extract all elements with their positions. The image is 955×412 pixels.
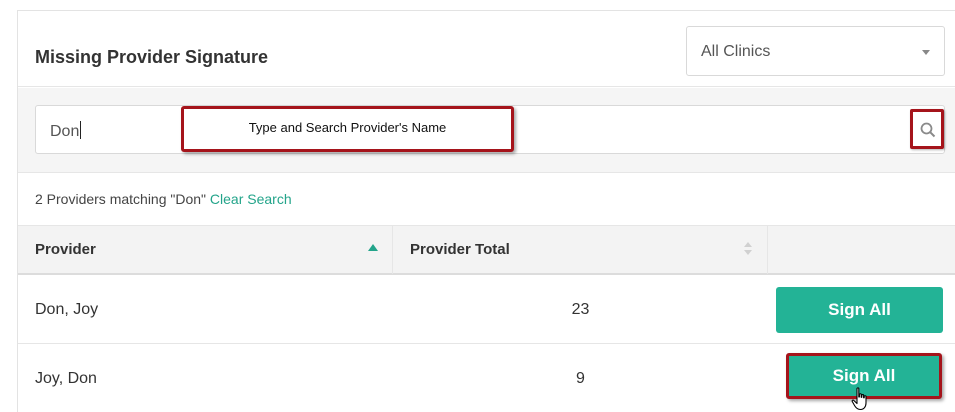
column-header-label: Provider <box>35 241 96 258</box>
provider-total: 9 <box>576 370 585 387</box>
column-header-actions <box>768 226 955 274</box>
results-count-text: 2 Providers matching "Don" <box>35 191 207 207</box>
clinic-select[interactable]: All Clinics <box>686 26 945 76</box>
provider-name: Joy, Don <box>35 370 97 387</box>
search-button[interactable] <box>910 109 944 149</box>
provider-total: 23 <box>571 301 590 318</box>
search-section: Don Type and Search Provider's Name <box>18 88 955 173</box>
results-summary: 2 Providers matching "Don" Clear Search <box>35 191 292 207</box>
search-hint-callout: Type and Search Provider's Name <box>181 106 514 152</box>
table-row: Don, Joy 23 Sign All <box>18 276 955 344</box>
search-input-value: Don <box>50 121 82 140</box>
clear-search-link[interactable]: Clear Search <box>210 191 292 207</box>
provider-search-input[interactable]: Don Type and Search Provider's Name <box>35 105 945 154</box>
magnifier-icon <box>920 122 936 138</box>
provider-name: Don, Joy <box>35 301 99 318</box>
text-cursor <box>80 121 82 139</box>
clinic-select-value: All Clinics <box>701 43 771 60</box>
sort-ascending-icon <box>368 244 378 251</box>
missing-signature-panel: Missing Provider Signature All Clinics D… <box>17 10 955 412</box>
column-header-provider-total[interactable]: Provider Total <box>393 226 768 274</box>
column-header-label: Provider Total <box>410 241 510 258</box>
column-header-provider[interactable]: Provider <box>18 226 393 274</box>
hand-pointer-icon <box>851 387 867 411</box>
sign-all-button[interactable]: Sign All <box>776 287 943 333</box>
sort-unsorted-icon <box>744 242 752 258</box>
page-title: Missing Provider Signature <box>35 47 269 67</box>
table-row: Joy, Don 9 Sign All <box>18 345 955 412</box>
panel-header: Missing Provider Signature All Clinics <box>18 11 955 87</box>
table-header: Provider Provider Total <box>18 225 955 275</box>
chevron-down-icon <box>922 50 930 55</box>
